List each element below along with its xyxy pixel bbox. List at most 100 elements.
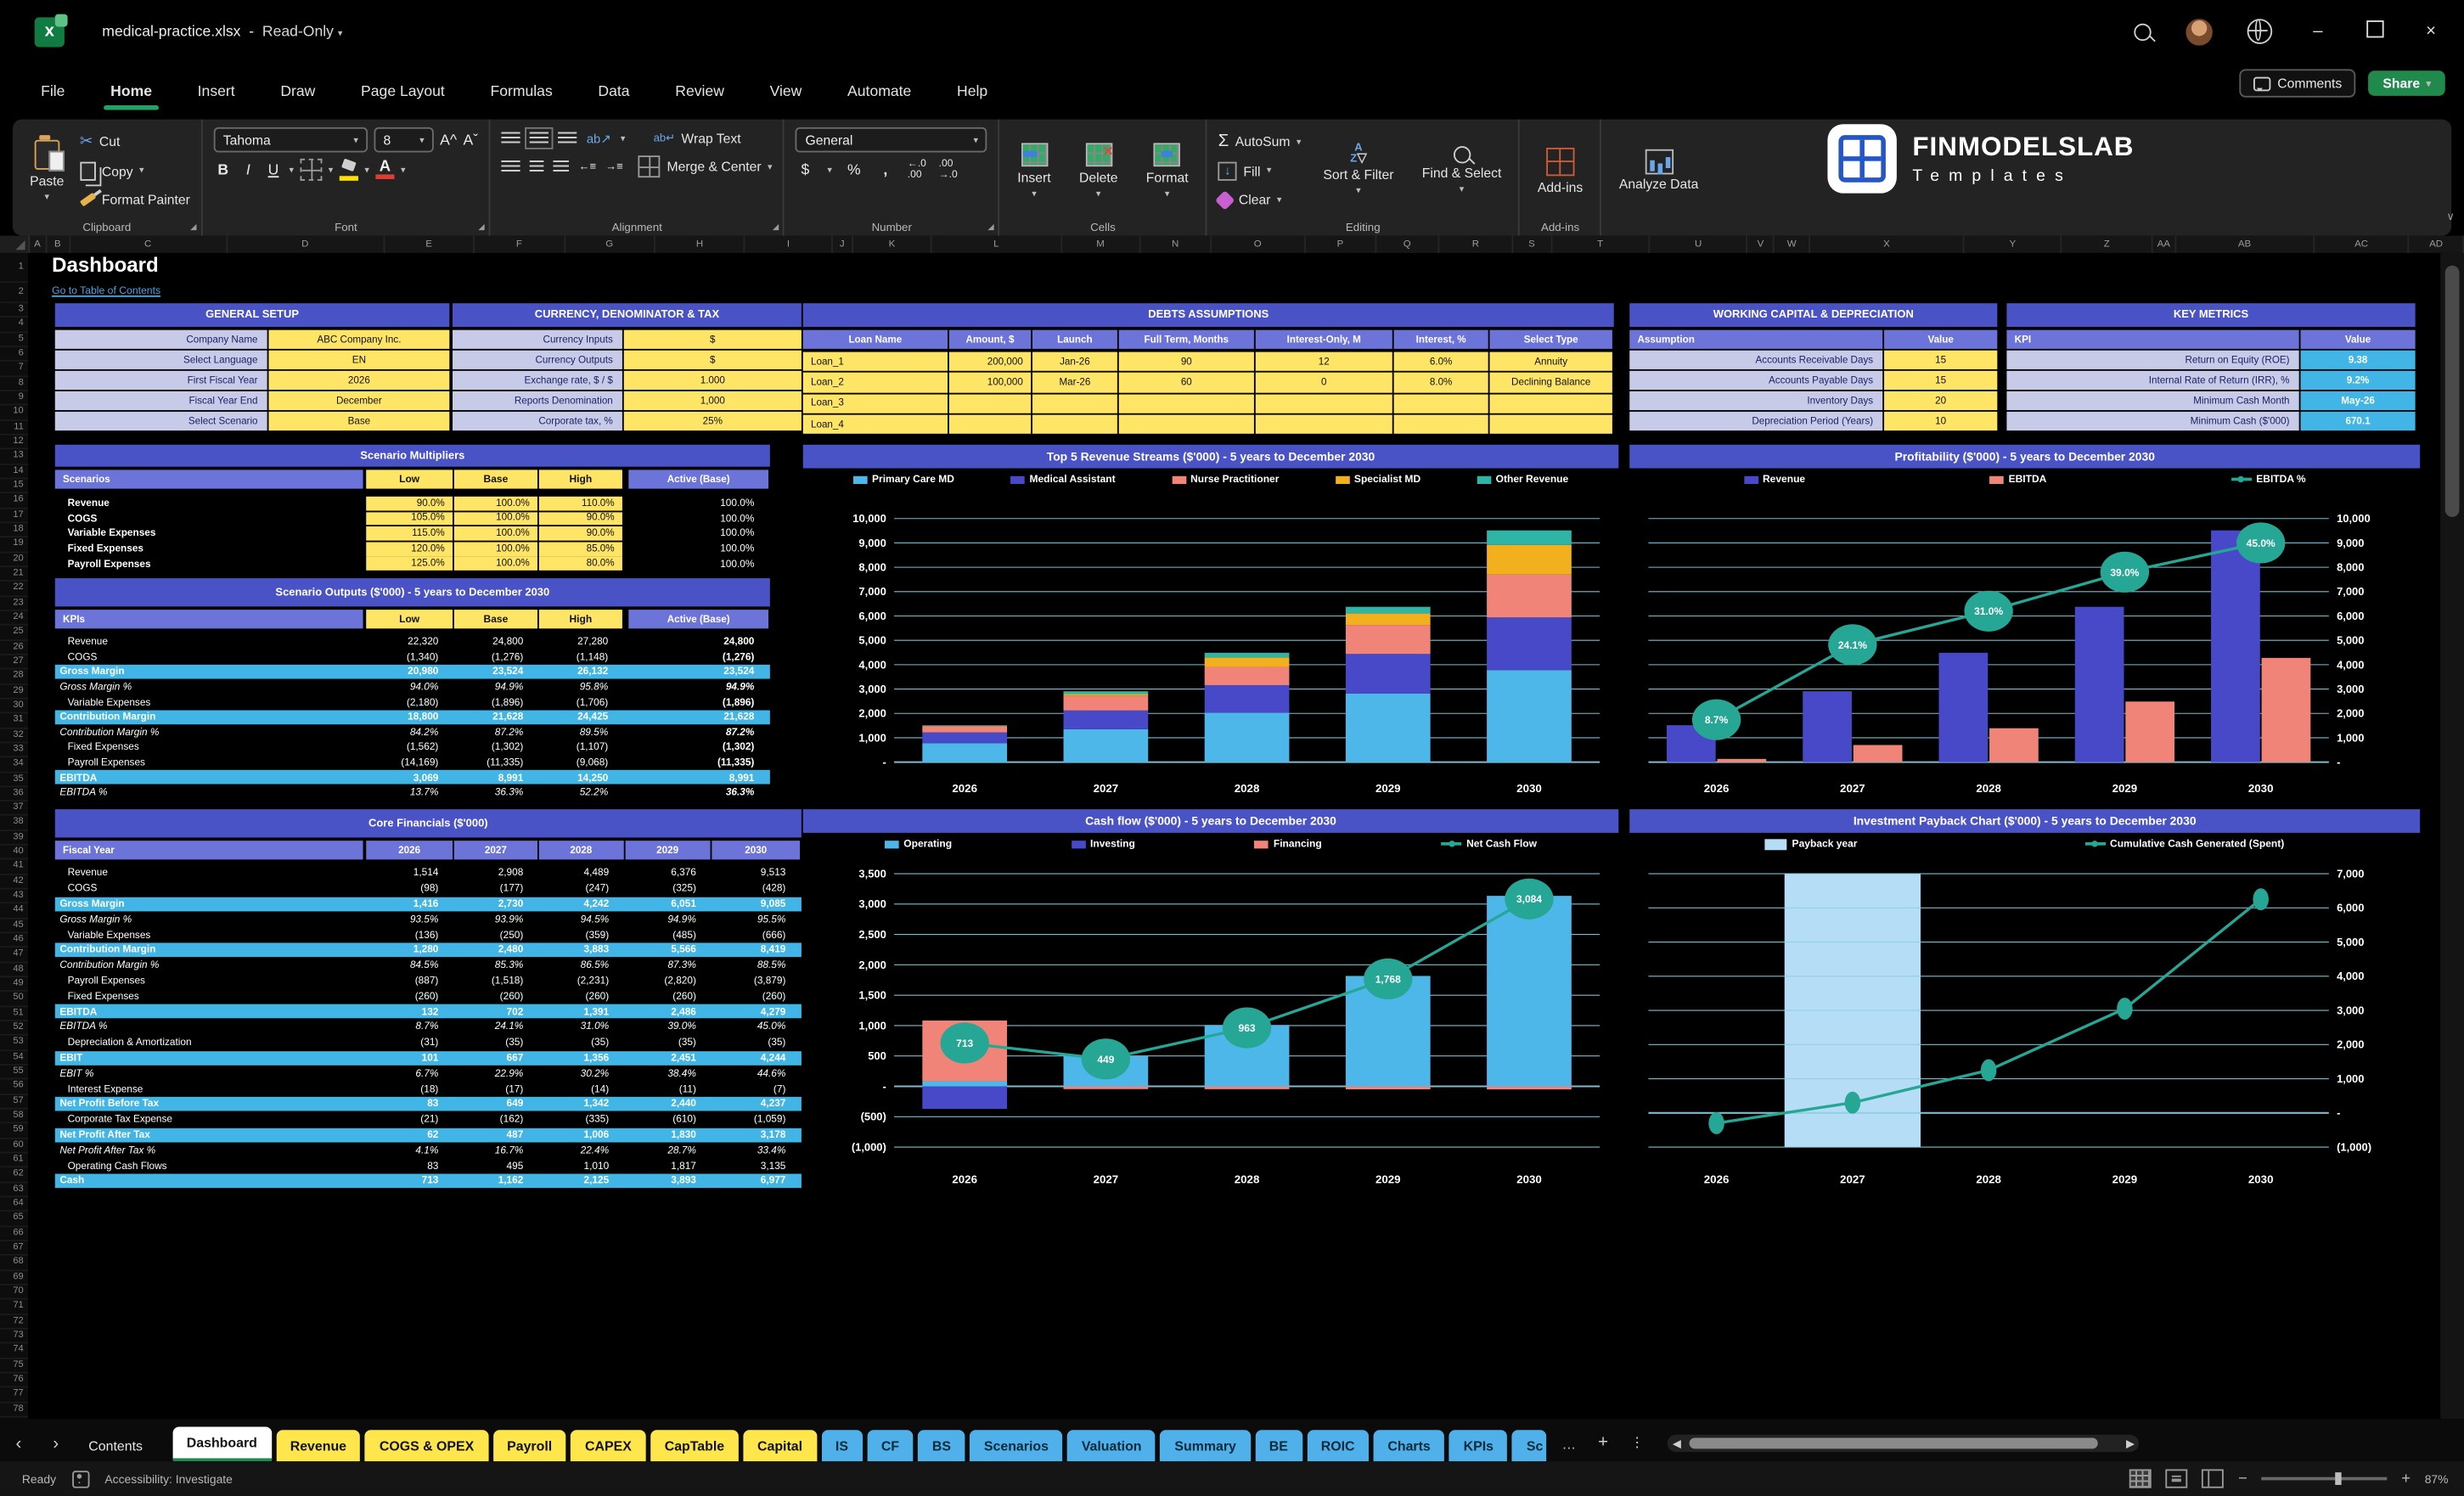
column-header-AD[interactable]: AD xyxy=(2410,235,2464,253)
align-bottom-icon[interactable] xyxy=(558,132,577,145)
column-header-AA[interactable]: AA xyxy=(2152,235,2176,253)
menu-tab-home[interactable]: Home xyxy=(104,76,160,110)
menu-tab-automate[interactable]: Automate xyxy=(844,76,914,106)
general-setup-value[interactable]: ABC Company Inc. xyxy=(268,329,450,349)
close-button[interactable]: × xyxy=(2420,22,2442,41)
row-header-17[interactable]: 17 xyxy=(0,509,29,524)
sort-filter-button[interactable]: A Z▽ Sort & Filter ▾ xyxy=(1317,127,1400,214)
column-header-A[interactable]: A xyxy=(30,235,48,253)
column-header-R[interactable]: R xyxy=(1440,235,1513,253)
row-header-26[interactable]: 26 xyxy=(0,640,29,655)
row-header-50[interactable]: 50 xyxy=(0,993,29,1007)
debts-cell[interactable]: Mar-26 xyxy=(1032,373,1117,392)
row-header-77[interactable]: 77 xyxy=(0,1388,29,1403)
scenario-multipliers-cell[interactable]: 105.0% xyxy=(366,511,453,526)
font-name-select[interactable]: Tahoma ▾ xyxy=(213,127,368,153)
menu-tab-view[interactable]: View xyxy=(767,76,805,106)
accessibility-status[interactable]: Accessibility: Investigate xyxy=(104,1471,232,1486)
zoom-out-button[interactable]: − xyxy=(2238,1470,2247,1487)
column-header-S[interactable]: S xyxy=(1513,235,1552,253)
debts-cell[interactable]: Loan_4 xyxy=(802,414,948,435)
row-header-76[interactable]: 76 xyxy=(0,1373,29,1388)
debts-cell[interactable] xyxy=(1118,414,1254,435)
row-header-25[interactable]: 25 xyxy=(0,626,29,641)
debts-cell[interactable] xyxy=(1489,393,1612,413)
debts-cell[interactable]: 6.0% xyxy=(1393,352,1488,372)
debts-cell[interactable]: Loan_3 xyxy=(802,393,948,413)
column-header-M[interactable]: M xyxy=(1061,235,1141,253)
column-header-J[interactable]: J xyxy=(833,235,853,253)
row-header-65[interactable]: 65 xyxy=(0,1212,29,1227)
column-header-Y[interactable]: Y xyxy=(1965,235,2063,253)
menu-tab-insert[interactable]: Insert xyxy=(194,76,238,106)
sheet-tab-cogs-opex[interactable]: COGS & OPEX xyxy=(365,1430,488,1462)
fill-button[interactable]: ↓ Fill ▾ xyxy=(1218,160,1302,182)
row-header-63[interactable]: 63 xyxy=(0,1183,29,1198)
row-header-58[interactable]: 58 xyxy=(0,1110,29,1124)
row-header-45[interactable]: 45 xyxy=(0,919,29,934)
row-header-70[interactable]: 70 xyxy=(0,1285,29,1301)
sheet-tab-bs[interactable]: BS xyxy=(918,1430,965,1462)
vertical-scrollbar-thumb[interactable] xyxy=(2444,265,2460,517)
sheet-tab-revenue[interactable]: Revenue xyxy=(276,1430,361,1462)
debts-cell[interactable] xyxy=(1489,414,1612,435)
sheet-tab-cf[interactable]: CF xyxy=(867,1430,914,1462)
add-sheet-button[interactable]: + xyxy=(1587,1433,1619,1461)
sheet-tab-scenarios[interactable]: Scenarios xyxy=(970,1430,1063,1462)
row-header-78[interactable]: 78 xyxy=(0,1403,29,1418)
decrease-indent-icon[interactable]: ←≡ xyxy=(579,161,597,172)
debts-cell[interactable]: 8.0% xyxy=(1393,373,1488,392)
orientation-icon[interactable]: ab↗ xyxy=(587,132,611,146)
general-setup-value[interactable]: 2026 xyxy=(268,370,450,390)
align-top-icon[interactable] xyxy=(501,132,521,145)
row-header-28[interactable]: 28 xyxy=(0,670,29,685)
scenario-multipliers-cell[interactable]: 120.0% xyxy=(366,542,453,556)
merge-center-button[interactable]: Merge & Center ▾ xyxy=(639,155,773,178)
row-header-14[interactable]: 14 xyxy=(0,464,29,480)
scenario-multipliers-cell[interactable]: 90.0% xyxy=(538,526,622,541)
addins-button[interactable]: Add-ins xyxy=(1532,127,1589,214)
percent-style-icon[interactable]: % xyxy=(845,161,864,178)
row-header-27[interactable]: 27 xyxy=(0,655,29,670)
find-select-button[interactable]: Find & Select ▾ xyxy=(1415,127,1507,214)
sheet-tab-valuation[interactable]: Valuation xyxy=(1067,1430,1156,1462)
debts-cell[interactable]: Loan_2 xyxy=(802,373,948,392)
autosum-button[interactable]: Σ AutoSum ▾ xyxy=(1218,131,1302,153)
font-size-select[interactable]: 8 ▾ xyxy=(374,127,434,153)
column-header-I[interactable]: I xyxy=(745,235,833,253)
sheet-tab-payroll[interactable]: Payroll xyxy=(492,1430,566,1462)
chart-revenue-streams[interactable]: Top 5 Revenue Streams ($'000) - 5 years … xyxy=(802,444,1619,803)
row-header-33[interactable]: 33 xyxy=(0,743,29,758)
debts-cell[interactable]: 0 xyxy=(1255,373,1392,392)
column-header-L[interactable]: L xyxy=(932,235,1062,253)
insert-cells-button[interactable]: Insert ▾ xyxy=(1011,127,1057,214)
sheet-nav-left[interactable]: ‹ xyxy=(0,1435,37,1461)
fill-color-button[interactable] xyxy=(339,160,358,180)
wrap-text-button[interactable]: ab↵ Wrap Text xyxy=(654,127,741,149)
borders-chevron-icon[interactable]: ▾ xyxy=(329,164,334,175)
row-header-49[interactable]: 49 xyxy=(0,977,29,993)
row-header-13[interactable]: 13 xyxy=(0,450,29,465)
delete-cells-button[interactable]: Delete▾ xyxy=(1073,127,1124,214)
increase-decimal-icon[interactable]: ←.0.00 xyxy=(908,159,926,181)
row-header-67[interactable]: 67 xyxy=(0,1241,29,1257)
row-header-59[interactable]: 59 xyxy=(0,1124,29,1139)
menu-tab-draw[interactable]: Draw xyxy=(278,76,318,106)
row-header-38[interactable]: 38 xyxy=(0,816,29,831)
row-header-29[interactable]: 29 xyxy=(0,684,29,700)
row-header-39[interactable]: 39 xyxy=(0,831,29,846)
row-header-52[interactable]: 52 xyxy=(0,1021,29,1037)
menu-tab-help[interactable]: Help xyxy=(954,76,991,106)
row-header-2[interactable]: 2 xyxy=(0,283,29,304)
scenario-multipliers-cell[interactable]: 100.0% xyxy=(453,556,537,571)
column-header-B[interactable]: B xyxy=(47,235,70,253)
comments-button[interactable]: Comments xyxy=(2239,69,2356,98)
column-header-F[interactable]: F xyxy=(475,235,565,253)
column-header-X[interactable]: X xyxy=(1810,235,1965,253)
sheet-tab-dashboard[interactable]: Dashboard xyxy=(172,1426,272,1462)
menu-tab-page-layout[interactable]: Page Layout xyxy=(357,76,447,106)
general-setup-value[interactable]: Base xyxy=(268,411,450,431)
format-cells-button[interactable]: Format ▾ xyxy=(1139,127,1195,214)
debts-cell[interactable]: 200,000 xyxy=(948,352,1032,372)
row-header-72[interactable]: 72 xyxy=(0,1314,29,1330)
